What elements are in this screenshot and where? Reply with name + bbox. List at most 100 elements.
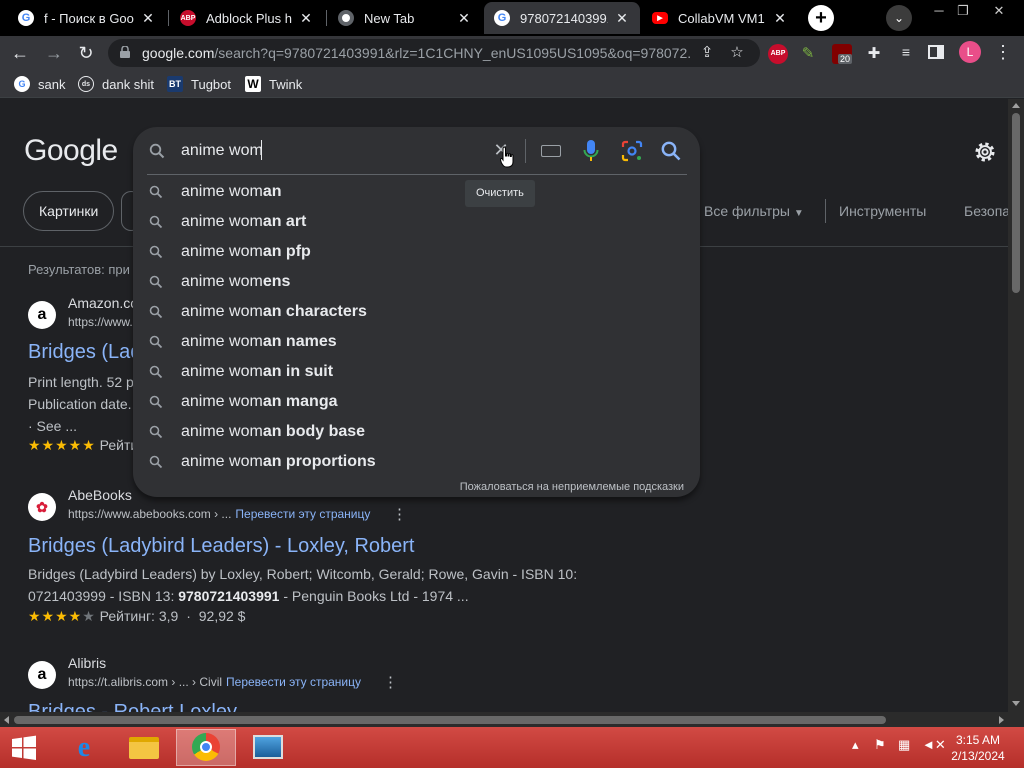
google-icon: G [494, 10, 510, 26]
tab-google-search[interactable]: G f - Поиск в Google ✕ [8, 2, 166, 34]
bookmark-twink[interactable]: W Twink [245, 76, 302, 92]
restore-button[interactable]: ❐ [946, 0, 980, 22]
suggestion-item[interactable]: anime woman characters [133, 297, 700, 327]
bookmark-tugbot[interactable]: BT Tugbot [167, 76, 231, 92]
tab-new-tab[interactable]: New Tab ✕ [328, 2, 482, 34]
ublock-extension-icon[interactable]: 20 [832, 44, 853, 64]
forward-button[interactable]: → [42, 41, 66, 65]
result-site-name[interactable]: Alibris [68, 655, 106, 671]
back-button[interactable]: ← [8, 41, 32, 65]
adblock-extension-icon[interactable]: ABP [768, 44, 788, 64]
taskbar-file-explorer[interactable] [114, 729, 174, 766]
result-site-name[interactable]: Amazon.co [68, 295, 138, 311]
close-icon[interactable]: ✕ [772, 10, 788, 27]
google-logo[interactable]: Google [24, 134, 118, 168]
close-icon[interactable]: ✕ [298, 10, 314, 27]
search-icon [149, 335, 163, 349]
bookmark-star-icon[interactable]: ☆ [728, 44, 746, 62]
tools-link[interactable]: Инструменты [839, 203, 926, 219]
vertical-scrollbar[interactable] [1008, 99, 1024, 712]
result-url-text: https://www.abebooks.com › ... [68, 507, 232, 521]
suggestion-item[interactable]: anime woman in suit [133, 357, 700, 387]
chip-images[interactable]: Картинки [23, 191, 115, 231]
close-icon[interactable]: ✕ [140, 10, 156, 27]
show-hidden-icons-icon[interactable]: ▴ [852, 737, 859, 753]
search-icon [149, 185, 163, 199]
new-tab-button[interactable]: + [808, 5, 834, 31]
result-url[interactable]: https://www.abebooks.com › ... Перевести … [68, 507, 370, 521]
taskbar-image-viewer[interactable] [238, 729, 298, 766]
suggestion-typed: anime wom [181, 423, 263, 440]
result-site-name[interactable]: AbeBooks [68, 487, 132, 503]
scroll-thumb[interactable] [14, 716, 886, 724]
result-title[interactable]: Bridges (Lad [28, 341, 141, 364]
scroll-thumb[interactable] [1012, 113, 1020, 293]
share-icon[interactable]: ⇪ [698, 44, 716, 62]
tab-adblock[interactable]: ABP Adblock Plus has ✕ [170, 2, 324, 34]
tab-title: Adblock Plus has [206, 10, 292, 26]
tab-collabvm[interactable]: ▶ CollabVM VM1 re ✕ [642, 2, 798, 34]
results-count: Результатов: при [28, 262, 130, 277]
snippet-text: - Penguin Books Ltd - 1974 ... [279, 588, 469, 604]
horizontal-scrollbar[interactable] [0, 712, 1008, 727]
start-button[interactable] [0, 729, 50, 766]
close-icon[interactable]: ✕ [456, 10, 472, 27]
tab-search-button[interactable]: ⌄ [886, 5, 912, 31]
result-url[interactable]: https://www. [68, 315, 133, 329]
scroll-up-arrow-icon[interactable] [1012, 103, 1020, 108]
profile-avatar[interactable]: L [959, 41, 981, 63]
reload-button[interactable]: ↻ [74, 41, 98, 65]
suggestion-typed: anime wom [181, 393, 263, 410]
close-window-button[interactable]: ✕ [982, 0, 1016, 22]
suggestion-item[interactable]: anime woman names [133, 327, 700, 357]
chrome-menu-icon[interactable]: ⋮ [994, 41, 1012, 63]
taskbar-internet-explorer[interactable]: e [54, 729, 114, 766]
reading-list-icon[interactable]: ≡ [896, 44, 916, 64]
url-text: google.com/search?q=9780721403991&rlz=1C… [142, 45, 692, 61]
result-url[interactable]: https://t.alibris.com › ... › Civil Перев… [68, 675, 361, 689]
suggestion-item[interactable]: anime woman proportions [133, 447, 700, 477]
address-bar[interactable]: google.com/search?q=9780721403991&rlz=1C… [108, 39, 760, 67]
google-lens-icon[interactable] [621, 140, 643, 162]
translate-link[interactable]: Перевести эту страницу [226, 675, 361, 689]
settings-gear-icon[interactable] [972, 139, 998, 165]
scroll-right-arrow-icon[interactable] [999, 716, 1004, 724]
close-icon[interactable]: ✕ [614, 10, 630, 27]
scroll-down-arrow-icon[interactable] [1012, 701, 1020, 706]
search-input[interactable] [181, 139, 481, 163]
translate-link[interactable]: Перевести эту страницу [235, 507, 370, 521]
all-filters-label: Все фильтры [704, 203, 790, 219]
suggestion-item[interactable]: anime woman art [133, 207, 700, 237]
suggestion-item[interactable]: anime woman manga [133, 387, 700, 417]
internet-explorer-icon: e [77, 732, 91, 763]
taskbar-clock[interactable]: 3:15 AM 2/13/2024 [944, 732, 1012, 764]
more-options-icon[interactable]: ⋮ [392, 505, 407, 523]
search-submit-icon[interactable] [660, 140, 682, 162]
filter-divider [825, 199, 826, 223]
search-icon [149, 425, 163, 439]
bookmark-dank-shit[interactable]: ds dank shit [78, 76, 154, 92]
flag-icon[interactable]: ⚑ [874, 737, 886, 753]
report-suggestions-link[interactable]: Пожаловаться на неприемлемые подсказки [460, 481, 684, 493]
bookmark-sank[interactable]: G sank [14, 76, 65, 92]
extensions-puzzle-icon[interactable]: ✚ [864, 44, 884, 64]
all-filters-dropdown[interactable]: Все фильтры ▼ [704, 203, 804, 219]
extension-leaf-icon[interactable]: ✎ [798, 44, 818, 64]
safesearch-link[interactable]: Безопа [964, 203, 1008, 219]
result-title[interactable]: Bridges - Robert Loxley [28, 701, 237, 712]
tab-isbn-search[interactable]: G 9780721403991 - ✕ [484, 2, 640, 34]
keyboard-icon[interactable] [541, 145, 561, 157]
more-options-icon[interactable]: ⋮ [383, 673, 398, 691]
result-title[interactable]: Bridges (Ladybird Leaders) - Loxley, Rob… [28, 535, 414, 558]
scroll-left-arrow-icon[interactable] [4, 716, 9, 724]
suggestion-item[interactable]: anime woman pfp [133, 237, 700, 267]
suggestion-item[interactable]: anime woman [133, 177, 700, 207]
taskbar-chrome[interactable] [176, 729, 236, 766]
volume-muted-icon[interactable]: ◄✕ [922, 737, 946, 753]
side-panel-icon[interactable] [928, 44, 948, 64]
network-icon[interactable]: ▦ [898, 737, 910, 753]
suggestion-item[interactable]: anime womens [133, 267, 700, 297]
suggestion-item[interactable]: anime woman body base [133, 417, 700, 447]
microphone-icon[interactable] [583, 139, 599, 163]
result-url-text: https://t.alibris.com › ... › Civil [68, 675, 223, 689]
